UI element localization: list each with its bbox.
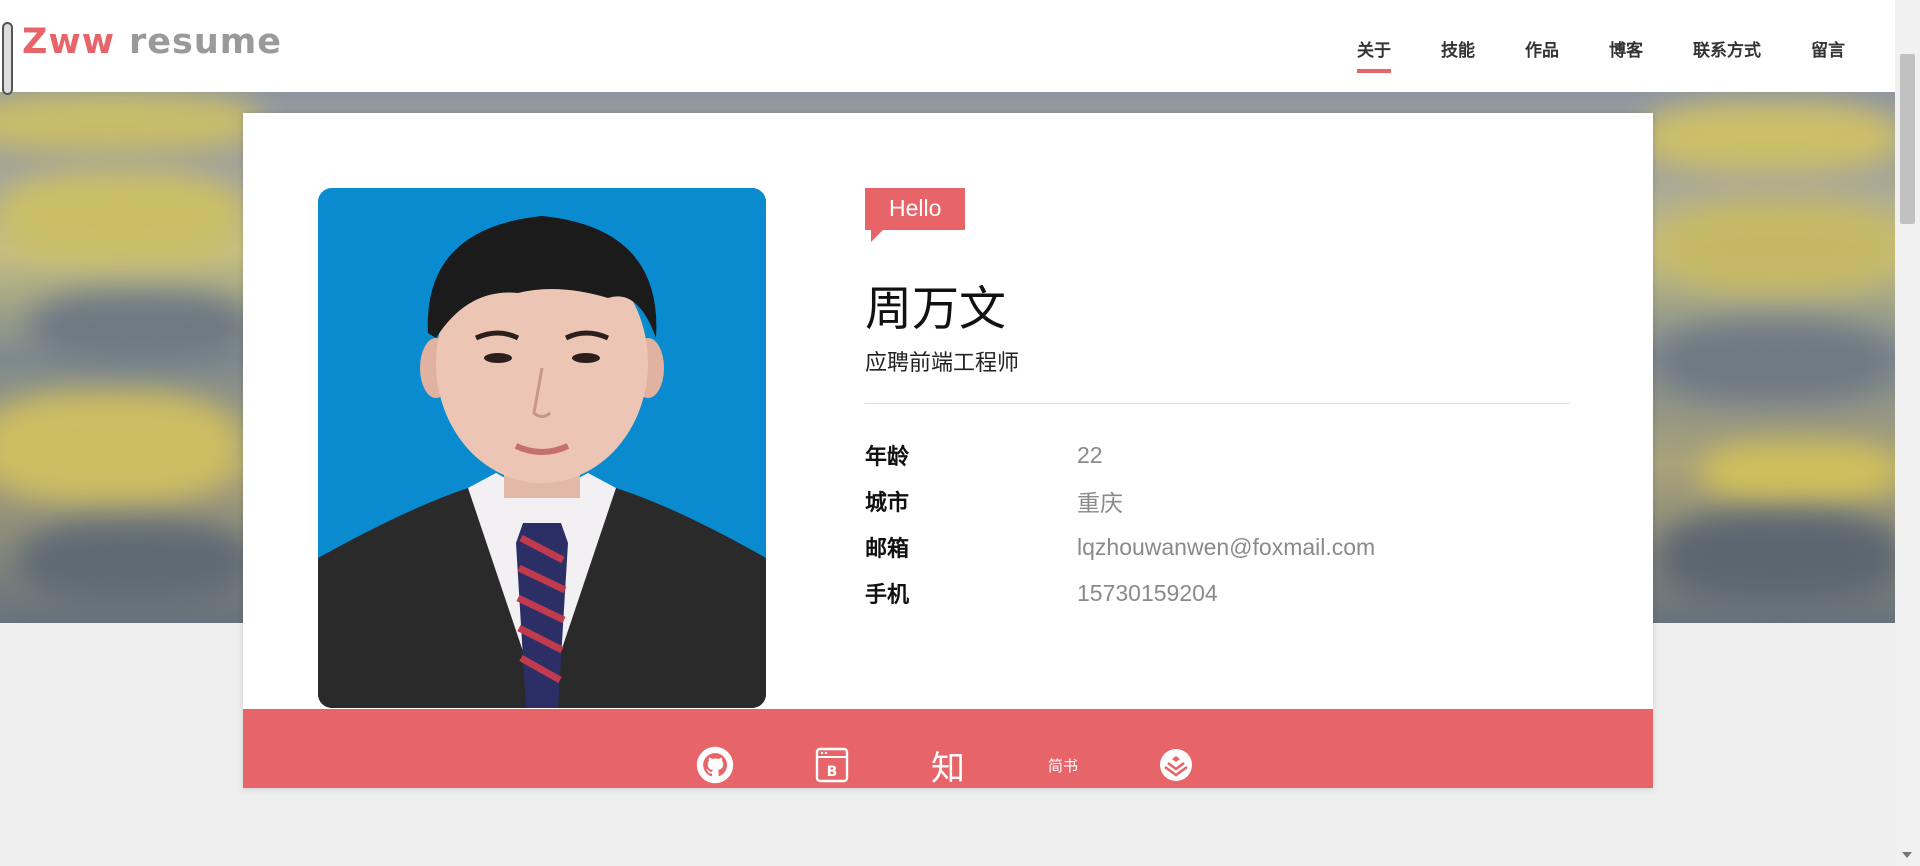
detail-value[interactable]: lqzhouwanwen@foxmail.com (1077, 534, 1375, 561)
profile-name: 周万文 (865, 282, 1006, 337)
greeting-badge: Hello (865, 188, 966, 242)
detail-row-city: 城市 重庆 (865, 478, 1570, 524)
page-scrollbar[interactable] (1895, 0, 1920, 866)
logo-brand: Zww (22, 22, 116, 62)
nav-skills[interactable]: 技能 (1441, 36, 1475, 61)
detail-row-age: 年龄 22 (865, 432, 1570, 478)
scrollbar-thumb[interactable] (1900, 54, 1915, 224)
juejin-icon[interactable] (1157, 745, 1195, 785)
profile-card: Hello 周万文 应聘前端工程师 年龄 22 城市 重庆 邮箱 lqzhouw… (243, 113, 1653, 789)
side-tab-handle[interactable] (2, 22, 13, 95)
nav-contact[interactable]: 联系方式 (1693, 36, 1761, 61)
blog-icon[interactable]: B (814, 745, 850, 785)
info-divider (865, 403, 1570, 404)
profile-role: 应聘前端工程师 (865, 351, 1020, 376)
detail-value: 15730159204 (1077, 579, 1218, 606)
scroll-down-arrow-icon[interactable] (1902, 852, 1912, 858)
zhihu-icon[interactable]: 知 (928, 745, 968, 789)
profile-photo (318, 188, 766, 708)
detail-label: 城市 (865, 491, 910, 516)
top-navbar: Zww resume 关于 技能 作品 博客 联系方式 留言 (0, 0, 1895, 95)
nav-message[interactable]: 留言 (1811, 36, 1845, 61)
nav-about[interactable]: 关于 (1357, 36, 1391, 73)
detail-label: 年龄 (865, 445, 910, 470)
detail-value: 重庆 (1077, 490, 1123, 516)
logo-suffix: resume (129, 22, 283, 62)
github-icon[interactable] (695, 745, 735, 785)
profile-info: Hello 周万文 应聘前端工程师 年龄 22 城市 重庆 邮箱 lqzhouw… (865, 188, 1570, 616)
jianshu-icon[interactable]: 简书 (1043, 745, 1083, 785)
nav-blog[interactable]: 博客 (1609, 36, 1643, 61)
profile-details: 年龄 22 城市 重庆 邮箱 lqzhouwanwen@foxmail.com … (865, 432, 1570, 616)
detail-label: 手机 (865, 583, 910, 608)
main-nav: 关于 技能 作品 博客 联系方式 留言 (1307, 36, 1845, 73)
nav-works[interactable]: 作品 (1525, 36, 1559, 61)
blog-icon-letter: B (827, 764, 838, 780)
detail-row-email: 邮箱 lqzhouwanwen@foxmail.com (865, 524, 1570, 570)
detail-label: 邮箱 (865, 537, 910, 562)
detail-row-phone: 手机 15730159204 (865, 570, 1570, 616)
detail-value: 22 (1077, 441, 1103, 468)
site-logo[interactable]: Zww resume (22, 22, 282, 62)
social-links-bar: B 知 简书 (243, 709, 1653, 789)
